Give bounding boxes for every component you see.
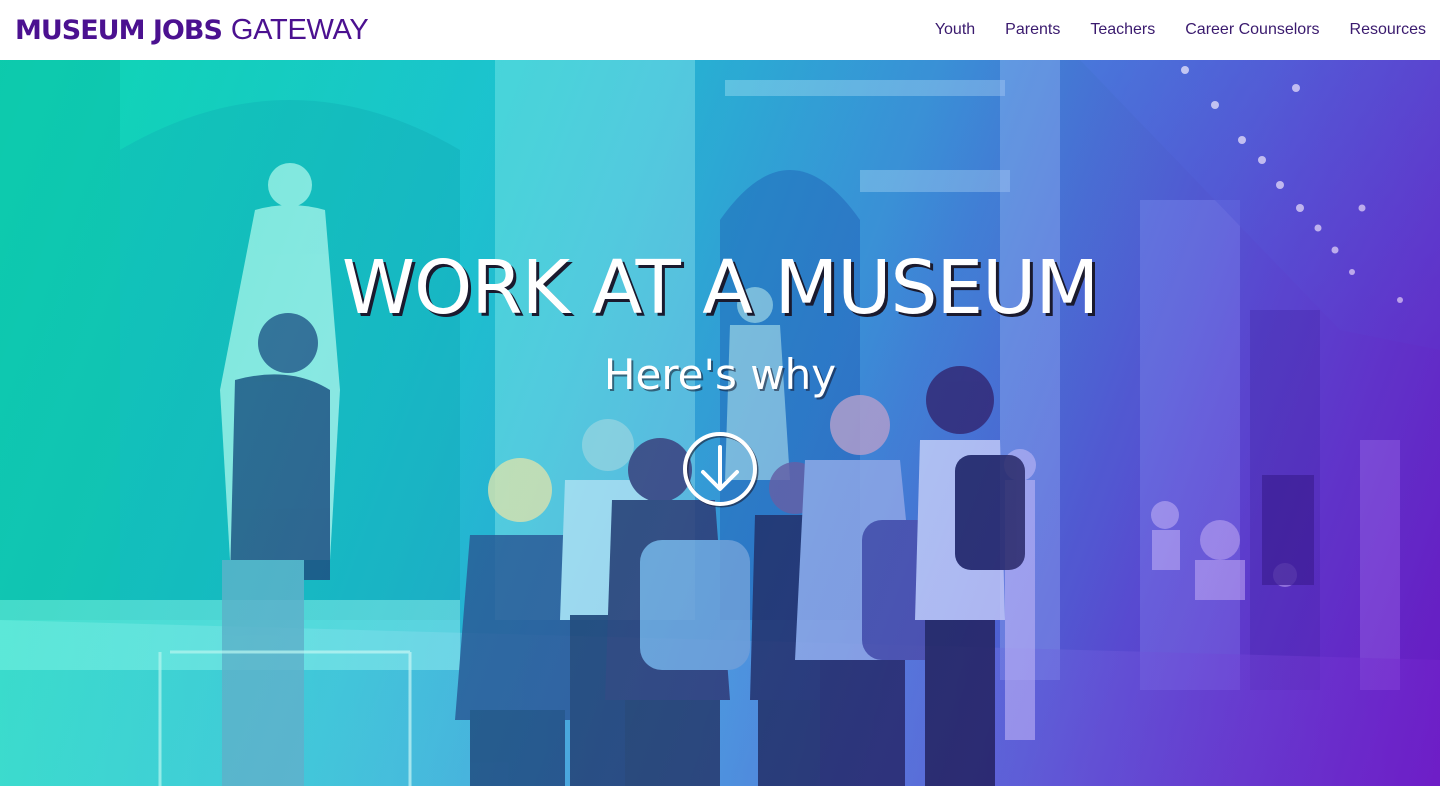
nav-link-career-counselors[interactable]: Career Counselors	[1185, 21, 1319, 39]
nav-link-youth[interactable]: Youth	[935, 21, 975, 39]
hero-content: WORK AT A MUSEUM Here's why	[0, 60, 1440, 786]
main-nav: Youth Parents Teachers Career Counselors…	[935, 21, 1426, 39]
hero-subtitle: Here's why	[603, 350, 837, 399]
nav-link-teachers[interactable]: Teachers	[1090, 21, 1155, 39]
hero-title: WORK AT A MUSEUM	[341, 245, 1099, 331]
nav-link-parents[interactable]: Parents	[1005, 21, 1060, 39]
hero-section: WORK AT A MUSEUM Here's why	[0, 60, 1440, 786]
logo-bold-text: MUSEUM JOBS	[15, 14, 223, 46]
site-logo[interactable]: MUSEUM JOBS GATEWAY	[15, 13, 369, 46]
logo-light-text: GATEWAY	[230, 13, 369, 46]
arrow-down-circle-icon[interactable]	[681, 430, 759, 508]
site-header: MUSEUM JOBS GATEWAY Youth Parents Teache…	[0, 0, 1440, 60]
nav-link-resources[interactable]: Resources	[1350, 21, 1426, 39]
